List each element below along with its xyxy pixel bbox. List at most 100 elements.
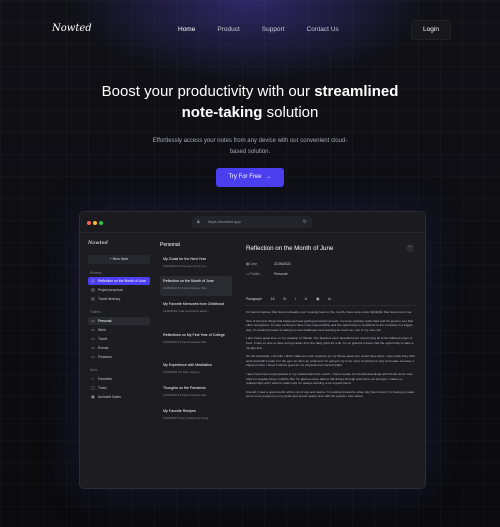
recent-label: Travel itinerary <box>98 297 121 301</box>
top-nav: Nowted Home Product Support Contact Us L… <box>0 18 500 42</box>
note-card[interactable]: My Goals for the Next Year 31/12/2022 As … <box>160 254 232 274</box>
hero-title-text: Boost your productivity with our <box>101 83 315 100</box>
note-icon: ▤ <box>91 278 95 283</box>
folder-label: Work <box>98 328 106 332</box>
paragraph: I also had a great time on my vacation t… <box>246 336 414 350</box>
note-card[interactable]: My Favorite Recipes 21/06/2022 I love coo… <box>160 406 232 426</box>
hero-subtitle: Effortlessly access your notes from any … <box>152 138 348 155</box>
note-meta: 21/06/2022 It's hard to believe that... <box>160 391 232 397</box>
trash-icon: ▢ <box>91 385 95 390</box>
url-text: https://nowted.app <box>208 219 241 224</box>
note-snippet: I was reminiscing about... <box>177 309 210 313</box>
note-date: 21/06/2022 <box>163 393 177 397</box>
recent-label: Project proposal <box>98 288 123 292</box>
more-label: Favorites <box>98 377 112 381</box>
minimize-dot-icon <box>93 221 97 225</box>
recent-item[interactable]: ▤ Project proposal <box>88 286 150 294</box>
note-card[interactable]: Reflection on the Month of June 21/06/202… <box>160 276 232 296</box>
folder-item[interactable]: ▭ Finances <box>88 353 150 361</box>
note-snippet: It's hard to believe that... <box>177 286 209 290</box>
folder-label: Events <box>98 346 109 350</box>
folder-item[interactable]: ▭ Events <box>88 344 150 352</box>
note-card[interactable]: My Experience with Meditation 21/06/2022 … <box>160 360 232 380</box>
more-label: Trash <box>98 386 107 390</box>
hero-title-bold-2: note-taking <box>181 104 263 121</box>
note-title: My Favorite Memories from Childhood <box>163 302 224 306</box>
logo[interactable]: Nowted <box>52 23 92 34</box>
hero-title-bold: streamlined <box>314 83 399 100</box>
hero-title-line-2: note-taking solution <box>0 104 500 121</box>
table-icon[interactable]: ⧉ <box>328 297 330 301</box>
image-icon[interactable]: ▣ <box>316 297 319 301</box>
note-snippet: It's hard to believe that... <box>177 340 209 344</box>
bold-button[interactable]: B <box>284 297 286 301</box>
note-title: My Experience with Meditation <box>163 363 212 367</box>
close-dot-icon <box>87 221 91 225</box>
hero-title-text-2: solution <box>262 104 319 121</box>
paragraph-select[interactable]: Paragraph <box>246 297 262 301</box>
reload-icon[interactable]: ↻ <box>303 216 307 228</box>
recent-item[interactable]: ▤ Travel itinerary <box>88 295 150 303</box>
folder-icon: ▭ <box>91 354 95 359</box>
nav-links: Home Product Support Contact Us <box>178 26 361 33</box>
note-title: My Favorite Recipes <box>163 409 196 413</box>
notes-list-title: Personal <box>160 242 180 248</box>
address-bar[interactable]: 🔒︎ https://nowted.app ↻ <box>192 216 312 228</box>
note-body[interactable]: It's hard to believe that June is alread… <box>246 310 416 403</box>
folder-label: Travel <box>98 337 108 341</box>
note-card[interactable]: My Favorite Memories from Childhood 21/06… <box>160 299 232 326</box>
note-card[interactable]: Reflections on My First Year of College 2… <box>160 330 232 357</box>
folder-item[interactable]: ▭ Work <box>88 326 150 334</box>
paragraph: One of the best things that happened was… <box>246 318 413 332</box>
nav-product[interactable]: Product <box>217 26 239 33</box>
folder-label: Folder <box>250 272 260 276</box>
login-button[interactable]: Login <box>411 20 451 40</box>
note-date: 21/06/2022 <box>163 370 177 374</box>
folder-item[interactable]: ▭ Personal <box>88 317 150 325</box>
cta-label: Try For Free <box>228 174 262 180</box>
note-title: Reflection on the Month of June <box>163 279 214 283</box>
nav-support[interactable]: Support <box>262 26 285 33</box>
recent-item[interactable]: ▤ Reflection on the Month of June <box>88 277 150 285</box>
notes-list: Personal My Goals for the Next Year 31/12… <box>158 238 236 482</box>
more-options-icon[interactable]: ⋯ <box>406 244 414 252</box>
folder-value[interactable]: Personal <box>274 272 287 276</box>
folder-label: Finances <box>98 355 112 359</box>
lock-icon: 🔒︎ <box>197 219 200 225</box>
font-size-select[interactable]: 16 <box>271 297 275 301</box>
note-date: 31/12/2022 <box>163 264 177 268</box>
italic-button[interactable]: I <box>295 297 296 301</box>
recent-label: Reflection on the Month of June <box>98 279 146 283</box>
paragraph: On the downside, I feel like I didn't ma… <box>246 354 415 368</box>
note-meta: 21/06/2022 It's hard to believe that... <box>160 284 232 290</box>
nav-home[interactable]: Home <box>178 26 195 33</box>
note-meta: 21/06/2022 I was reminiscing about... <box>160 307 232 313</box>
folder-icon: ▭ <box>91 336 95 341</box>
note-snippet: As the year comes to a... <box>177 264 209 268</box>
nav-contact[interactable]: Contact Us <box>307 26 339 33</box>
new-note-button[interactable]: + New Note <box>88 255 150 264</box>
star-icon: ☆ <box>91 376 95 381</box>
editor-title[interactable]: Reflection on the Month of June <box>246 245 333 252</box>
sidebar: Nowted + New Note Recents ▤ Reflection on… <box>85 238 155 482</box>
more-item[interactable]: ▣ Archived Notes <box>88 393 150 401</box>
note-card[interactable]: Thoughts on the Pandemic 21/06/2022 It's … <box>160 383 232 403</box>
underline-button[interactable]: U <box>305 297 307 301</box>
note-date: 21/06/2022 <box>163 309 177 313</box>
folders-heading: Folders <box>90 310 101 314</box>
try-for-free-button[interactable]: Try For Free → <box>216 168 284 187</box>
note-title: Reflections on My First Year of College <box>163 333 225 337</box>
more-item[interactable]: ☆ Favorites <box>88 375 150 383</box>
more-item[interactable]: ▢ Trash <box>88 384 150 392</box>
more-label: Archived Notes <box>98 395 121 399</box>
note-editor: Reflection on the Month of June ⋯ ▦ Date… <box>240 238 420 482</box>
folder-icon: ▭ <box>91 318 95 323</box>
sidebar-logo: Nowted <box>88 240 108 246</box>
date-row: ▦ Date 21/06/2022 <box>246 262 291 266</box>
note-snippet: I've been trying to... <box>177 370 203 374</box>
maximize-dot-icon <box>99 221 103 225</box>
archive-icon: ▣ <box>91 394 95 399</box>
paragraph: Overall, it was a good month with a mix … <box>246 389 415 399</box>
folder-item[interactable]: ▭ Travel <box>88 335 150 343</box>
note-date: 21/06/2022 <box>163 340 177 344</box>
